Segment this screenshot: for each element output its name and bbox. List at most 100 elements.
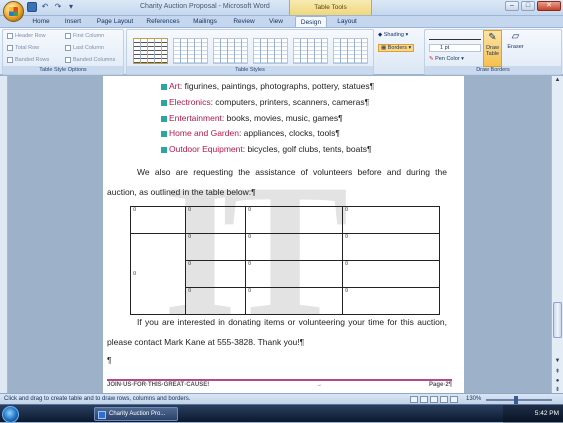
volunteer-table[interactable]: ¤ ¤ ¤ ¤ ¤ ¤ ¤ ¤ ¤ ¤ ¤ ¤ ¤ ¤ <box>130 206 440 315</box>
office-button[interactable] <box>3 1 24 22</box>
previous-page-icon[interactable]: ⇞ <box>553 368 562 377</box>
pen-weight-dropdown[interactable]: 1 pt <box>429 44 481 52</box>
minimize-button[interactable]: – <box>505 1 519 11</box>
volunteer-paragraph: We also are requesting the assistance of… <box>107 167 447 197</box>
system-tray: 5:42 PM <box>503 405 563 423</box>
table-style-4[interactable] <box>253 38 288 64</box>
tab-review[interactable]: Review <box>228 16 260 27</box>
tab-view[interactable]: View <box>264 16 288 27</box>
header-row-checkbox[interactable]: Header Row <box>7 33 46 39</box>
shading-icon: ◆ <box>378 32 383 38</box>
pencil-icon: ✎ <box>488 32 497 43</box>
table-cell[interactable]: ¤ <box>342 260 440 288</box>
view-buttons <box>410 396 458 403</box>
office-logo-icon <box>9 7 18 16</box>
pen-color-button[interactable]: ✎ Pen Color ▾ <box>429 56 464 62</box>
table-styles-group: Table Styles <box>126 29 374 75</box>
table-cell[interactable]: ¤ <box>185 233 246 261</box>
table-tools-label: Table Tools <box>289 0 372 15</box>
start-button[interactable] <box>2 406 19 423</box>
tab-design[interactable]: Design <box>295 16 327 27</box>
zoom-slider-handle[interactable] <box>514 396 518 404</box>
bullet-item: Electronics: computers, printers, scanne… <box>161 97 369 107</box>
table-cell[interactable]: ¤ <box>130 206 186 234</box>
tab-page-layout[interactable]: Page Layout <box>92 16 138 27</box>
table-cell[interactable]: ¤ <box>342 206 440 234</box>
tab-insert[interactable]: Insert <box>58 16 88 27</box>
document-page[interactable]: IT Art: figurines, paintings, photograph… <box>103 76 464 393</box>
full-screen-reading-icon[interactable] <box>420 396 428 403</box>
undo-icon[interactable]: ↶ <box>40 2 50 12</box>
scroll-thumb[interactable] <box>553 302 562 338</box>
save-icon[interactable] <box>27 2 37 12</box>
table-cell[interactable]: ¤ <box>185 206 246 234</box>
shading-button[interactable]: ◆ Shading ▾ <box>378 32 408 38</box>
draw-borders-label: Draw Borders <box>425 66 561 74</box>
table-cell[interactable]: ¤ <box>245 206 343 234</box>
print-layout-icon[interactable] <box>410 396 418 403</box>
tab-home[interactable]: Home <box>28 16 54 27</box>
table-style-options-group: Header Row First Column Total Row Last C… <box>2 29 124 75</box>
table-style-1[interactable] <box>133 38 168 64</box>
bullet-item: Home and Garden: appliances, clocks, too… <box>161 128 340 138</box>
tab-layout[interactable]: Layout <box>332 16 362 27</box>
status-bar: Click and drag to create table and to dr… <box>0 393 563 404</box>
empty-paragraph: ¶ <box>107 355 112 365</box>
banded-columns-checkbox[interactable]: Banded Columns <box>65 57 115 63</box>
close-button[interactable]: ✕ <box>537 1 561 11</box>
table-style-options-label: Table Style Options <box>3 66 123 74</box>
vertical-ruler <box>0 76 8 393</box>
draw-table-button[interactable]: ✎ Draw Table <box>483 30 502 67</box>
ribbon-tabs: Home Insert Page Layout References Maili… <box>0 16 563 27</box>
tab-references[interactable]: References <box>142 16 184 27</box>
window-controls: – □ ✕ <box>505 1 561 11</box>
table-style-5[interactable] <box>293 38 328 64</box>
title-bar: ↶ ↷ ▾ Charity Auction Proposal - Microso… <box>0 0 563 16</box>
scroll-down-icon[interactable]: ▼ <box>553 358 562 367</box>
table-cell[interactable]: ¤ <box>185 260 246 288</box>
document-area: IT Art: figurines, paintings, photograph… <box>8 76 551 393</box>
table-style-3[interactable] <box>213 38 248 64</box>
table-cell[interactable]: ¤ <box>245 287 343 315</box>
customize-toolbar-icon[interactable]: ▾ <box>66 2 76 12</box>
eraser-icon: ▱ <box>511 31 520 42</box>
maximize-button[interactable]: □ <box>521 1 535 11</box>
ribbon: Header Row First Column Total Row Last C… <box>0 27 563 75</box>
banded-rows-checkbox[interactable]: Banded Rows <box>7 57 49 63</box>
clock[interactable]: 5:42 PM <box>535 410 559 417</box>
taskbar-word-item[interactable]: Charity Auction Pro... <box>94 407 178 421</box>
bullet-item: Outdoor Equipment: bicycles, golf clubs,… <box>161 144 372 154</box>
borders-icon: ▦ <box>381 45 387 51</box>
tab-mailings[interactable]: Mailings <box>188 16 222 27</box>
total-row-checkbox[interactable]: Total Row <box>7 45 39 51</box>
table-cell[interactable]: ¤ <box>342 287 440 315</box>
table-style-6[interactable] <box>333 38 368 64</box>
table-style-2[interactable] <box>173 38 208 64</box>
table-cell[interactable]: ¤ <box>245 233 343 261</box>
table-cell[interactable]: ¤ <box>245 260 343 288</box>
table-cell[interactable]: ¤ <box>185 287 246 315</box>
table-cell[interactable]: ¤ <box>130 233 186 315</box>
contact-paragraph: If you are interested in donating items … <box>107 317 447 347</box>
window-title: Charity Auction Proposal - Microsoft Wor… <box>140 3 270 10</box>
pen-color-icon: ✎ <box>429 56 434 62</box>
word-icon <box>98 411 106 419</box>
eraser-button[interactable]: ▱ Eraser <box>506 30 525 67</box>
taskbar: Charity Auction Pro... 5:42 PM <box>0 404 563 423</box>
bullet-item: Art: figurines, paintings, photographs, … <box>161 81 374 91</box>
web-layout-icon[interactable] <box>430 396 438 403</box>
redo-icon[interactable]: ↷ <box>53 2 63 12</box>
outline-icon[interactable] <box>440 396 448 403</box>
last-column-checkbox[interactable]: Last Column <box>65 45 104 51</box>
bullet-item: Entertainment: books, movies, music, gam… <box>161 113 343 123</box>
zoom-slider[interactable] <box>486 396 552 404</box>
first-column-checkbox[interactable]: First Column <box>65 33 104 39</box>
table-styles-label: Table Styles <box>127 66 373 74</box>
quick-access-toolbar: ↶ ↷ ▾ <box>27 2 76 12</box>
vertical-scrollbar[interactable]: ▲ ▼ ⇞ ● ⇟ <box>551 76 563 393</box>
borders-button[interactable]: ▦ Borders ▾ <box>378 44 415 52</box>
draft-icon[interactable] <box>450 396 458 403</box>
pen-style-dropdown[interactable] <box>429 34 481 40</box>
scroll-up-icon[interactable]: ▲ <box>553 77 562 86</box>
table-cell[interactable]: ¤ <box>342 233 440 261</box>
